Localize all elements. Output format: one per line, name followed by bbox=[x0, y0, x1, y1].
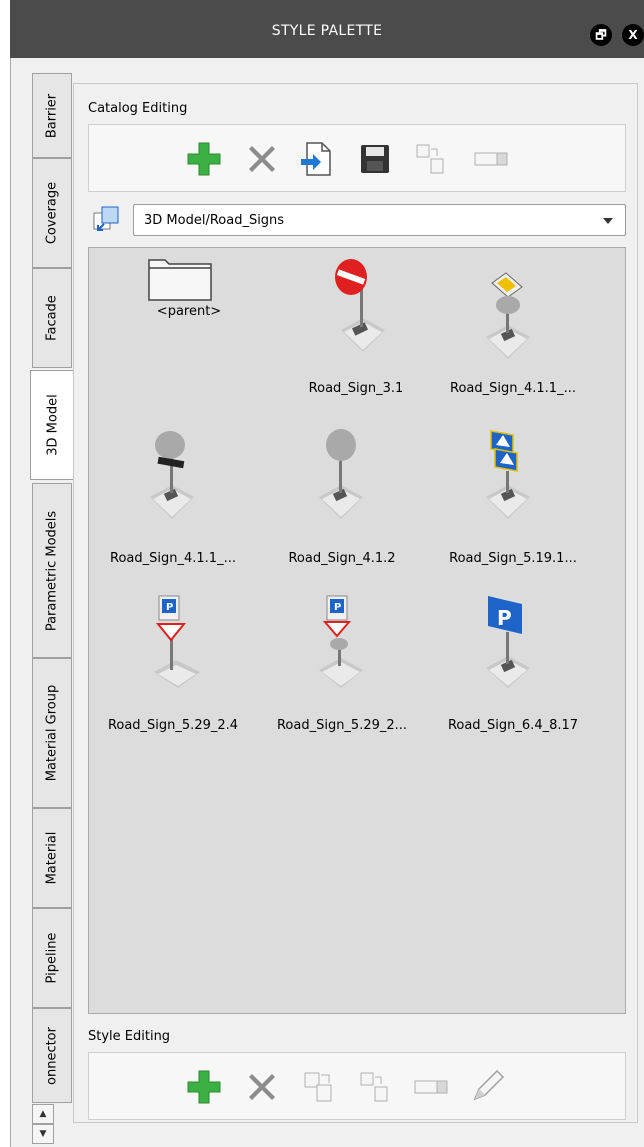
parking-sign-icon: P bbox=[486, 596, 530, 688]
tab-material[interactable]: Material bbox=[32, 808, 72, 908]
svg-text:P: P bbox=[497, 606, 512, 630]
duplicate-icon[interactable] bbox=[299, 1067, 339, 1107]
tab-label: Pipeline bbox=[44, 932, 60, 984]
navigate-up-icon[interactable] bbox=[91, 204, 121, 234]
restore-icon: 🗗 bbox=[595, 28, 607, 42]
copy-icon[interactable] bbox=[355, 1067, 395, 1107]
close-icon: X bbox=[628, 28, 638, 42]
tab-scroll-up-button[interactable]: ▲ bbox=[32, 1104, 54, 1124]
item-caption: Road_Sign_4.1.1_... bbox=[450, 381, 576, 396]
tab-label: 3D Model bbox=[45, 394, 60, 456]
delete-icon[interactable] bbox=[242, 139, 282, 179]
list-item[interactable]: Road_Sign_4.1.1_... bbox=[428, 265, 598, 425]
chevron-down-icon bbox=[603, 218, 613, 224]
tab-label: Material Group bbox=[44, 684, 60, 782]
item-caption: Road_Sign_3.1 bbox=[308, 381, 404, 396]
list-item[interactable]: Road_Sign_3.1 bbox=[271, 255, 441, 415]
restore-button[interactable]: 🗗 bbox=[590, 24, 612, 46]
svg-text:P: P bbox=[334, 602, 341, 613]
item-caption: <parent> bbox=[156, 304, 222, 319]
list-item[interactable]: Road_Sign_4.1.1_... bbox=[88, 425, 258, 585]
list-item[interactable]: P Road_Sign_6.4_8.17 bbox=[428, 592, 598, 752]
catalog-path-select[interactable]: 3D Model/Road_Signs bbox=[133, 204, 626, 236]
item-caption: Road_Sign_5.29_2.4 bbox=[107, 718, 239, 733]
svg-text:P: P bbox=[166, 602, 173, 613]
item-caption: Road_Sign_4.1.2 bbox=[288, 551, 396, 566]
tab-label: onnector bbox=[44, 1026, 60, 1085]
style-editing-label: Style Editing bbox=[88, 1029, 171, 1044]
item-caption: Road_Sign_5.29_2... bbox=[276, 718, 408, 733]
arrow-down-icon: ▼ bbox=[39, 1129, 47, 1139]
tab-scroll-down-button[interactable]: ▼ bbox=[32, 1124, 54, 1144]
delete-icon[interactable] bbox=[242, 1067, 282, 1107]
tab-barrier[interactable]: Barrier bbox=[32, 73, 72, 158]
list-item[interactable]: <parent> bbox=[104, 250, 274, 410]
no-entry-sign-icon bbox=[335, 259, 385, 352]
tab-label: Barrier bbox=[44, 93, 60, 138]
import-icon[interactable] bbox=[297, 139, 337, 179]
item-caption: Road_Sign_6.4_8.17 bbox=[447, 718, 579, 733]
tab-label: Facade bbox=[44, 295, 60, 341]
tab-material-group[interactable]: Material Group bbox=[32, 658, 72, 808]
tab-coverage[interactable]: Coverage bbox=[32, 158, 72, 268]
copy-icon[interactable] bbox=[411, 139, 451, 179]
rename-icon[interactable] bbox=[411, 1067, 451, 1107]
catalog-toolbar bbox=[88, 124, 626, 192]
style-toolbar bbox=[88, 1052, 626, 1120]
window-title: STYLE PALETTE bbox=[271, 23, 383, 39]
tab-label: Coverage bbox=[44, 181, 60, 245]
crosswalk-sign-icon bbox=[486, 430, 530, 519]
list-item[interactable]: P Road_Sign_5.29_2.4 bbox=[88, 592, 258, 752]
list-item[interactable]: P Road_Sign_5.29_2... bbox=[257, 592, 427, 752]
folder-icon bbox=[148, 259, 212, 301]
blank-round-sign-icon bbox=[319, 429, 363, 519]
title-bar: STYLE PALETTE 🗗 X bbox=[10, 0, 644, 58]
arrow-up-icon: ▲ bbox=[39, 1109, 47, 1119]
catalog-path-value: 3D Model/Road_Signs bbox=[144, 213, 285, 228]
close-button[interactable]: X bbox=[622, 24, 644, 46]
list-item[interactable]: Road_Sign_5.19.1... bbox=[428, 425, 598, 585]
yellow-diamond-sign-icon bbox=[486, 272, 530, 359]
parking-yield-sign-icon: P bbox=[154, 595, 200, 688]
tab-connector[interactable]: onnector bbox=[32, 1008, 72, 1103]
tab-facade[interactable]: Facade bbox=[32, 268, 72, 368]
tab-label: Parametric Models bbox=[44, 510, 60, 631]
item-caption: Road_Sign_5.19.1... bbox=[449, 551, 577, 566]
parking-yield-sign-icon: P bbox=[319, 595, 363, 688]
add-icon[interactable] bbox=[184, 139, 224, 179]
tab-3d-model[interactable]: 3D Model bbox=[30, 370, 74, 480]
add-icon[interactable] bbox=[184, 1067, 224, 1107]
tab-label: Material bbox=[44, 831, 60, 885]
edit-icon[interactable] bbox=[467, 1067, 507, 1107]
tab-parametric-models[interactable]: Parametric Models bbox=[32, 483, 72, 658]
black-plate-sign-icon bbox=[150, 431, 194, 519]
tab-pipeline[interactable]: Pipeline bbox=[32, 908, 72, 1008]
catalog-editing-label: Catalog Editing bbox=[88, 101, 188, 116]
item-caption: Road_Sign_4.1.1_... bbox=[110, 551, 236, 566]
list-item[interactable]: Road_Sign_4.1.2 bbox=[257, 425, 427, 585]
rename-icon[interactable] bbox=[471, 139, 511, 179]
save-icon[interactable] bbox=[355, 139, 395, 179]
